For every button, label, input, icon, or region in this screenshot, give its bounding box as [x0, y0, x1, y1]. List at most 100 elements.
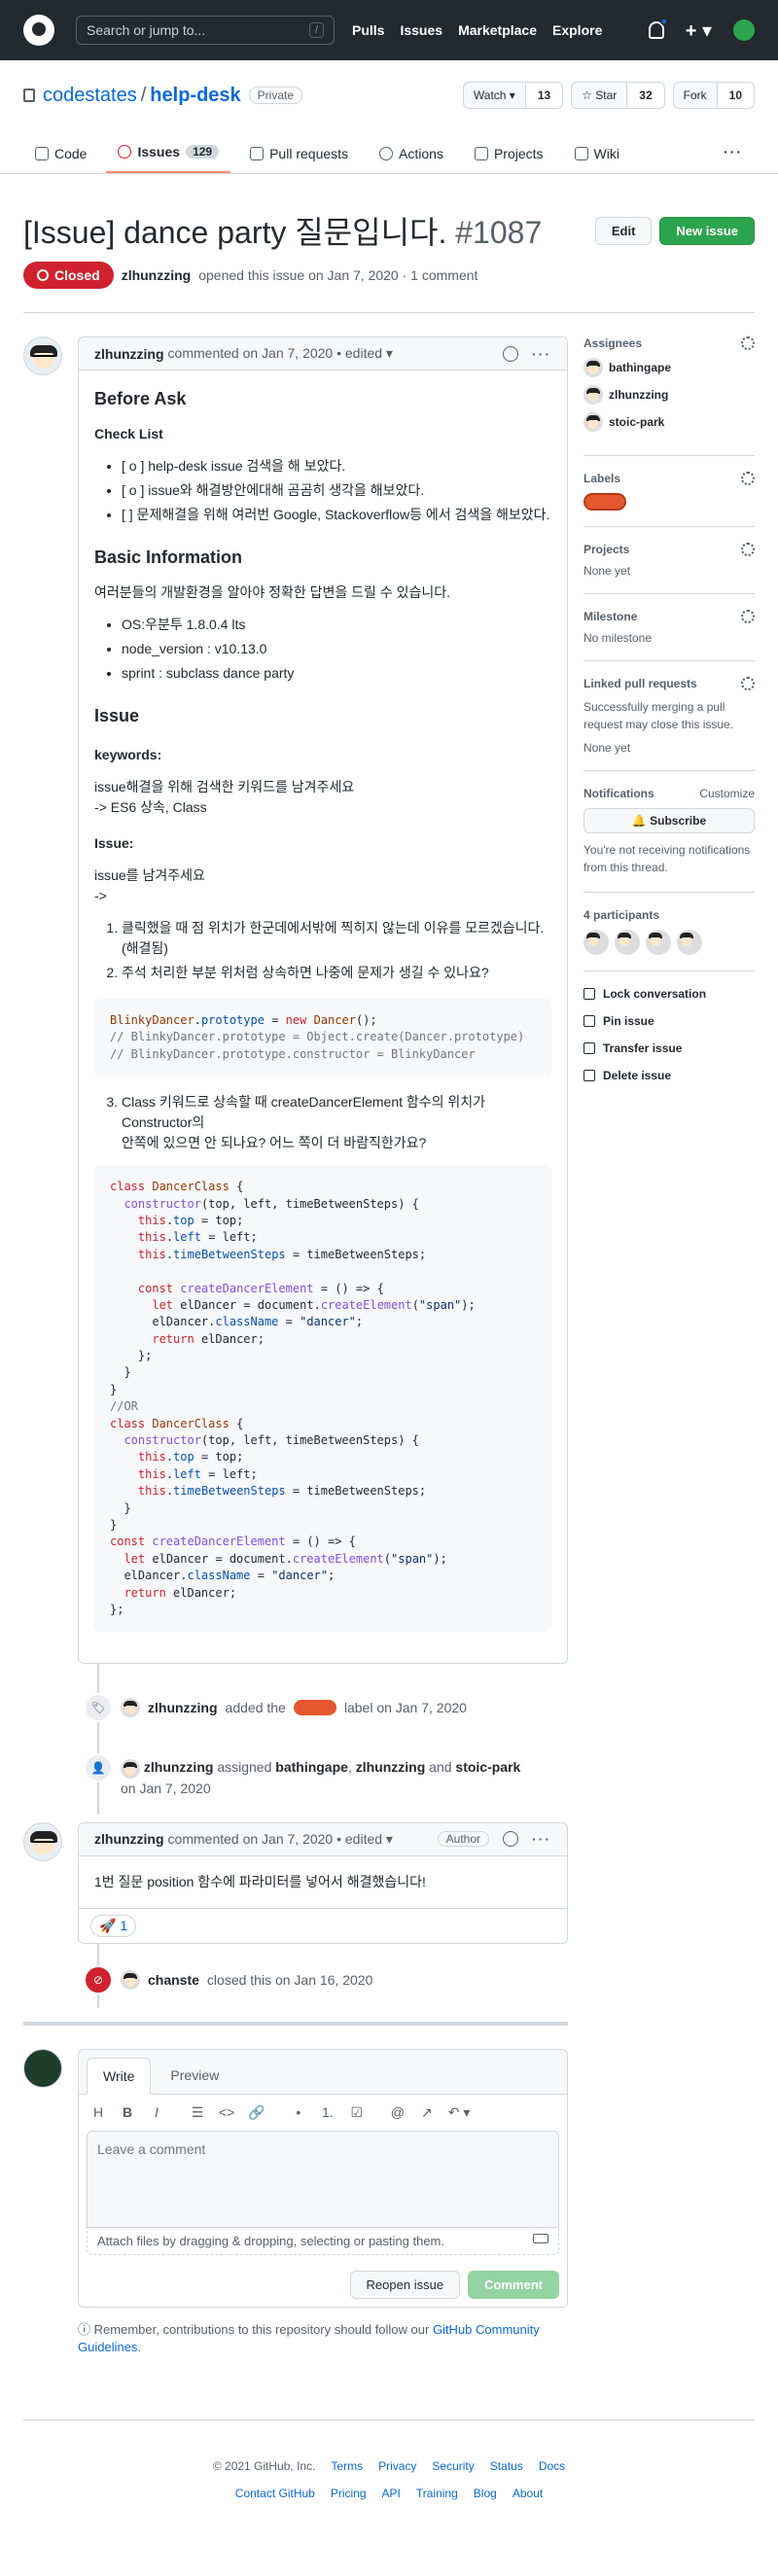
footer-link-privacy[interactable]: Privacy	[378, 2459, 416, 2473]
reopen-issue-button[interactable]: Reopen issue	[349, 2270, 461, 2299]
heading-icon[interactable]: H	[90, 2104, 106, 2120]
search-input[interactable]: Search or jump to... /	[76, 16, 335, 45]
comment-author-link[interactable]: zlhunzzing	[94, 1831, 164, 1847]
nav-pulls[interactable]: Pulls	[352, 22, 384, 38]
issue-label-chip[interactable]	[584, 493, 626, 511]
lock-conversation-button[interactable]: Lock conversation	[584, 987, 755, 1001]
pin-issue-button[interactable]: Pin issue	[584, 1014, 755, 1028]
assignee-link[interactable]: zlhunzzing	[356, 1759, 426, 1775]
comment-meta[interactable]: commented on Jan 7, 2020 • edited ▾	[168, 345, 393, 362]
assignee-item[interactable]: zlhunzzing	[584, 385, 755, 405]
quote-icon[interactable]: ☰	[190, 2104, 205, 2121]
assignee-link[interactable]: bathingape	[275, 1759, 348, 1775]
gear-icon[interactable]	[741, 472, 755, 485]
github-logo-icon[interactable]	[23, 15, 54, 46]
issue-label-chip[interactable]	[293, 1700, 336, 1716]
add-reaction-icon[interactable]	[503, 345, 518, 362]
assignee-item[interactable]: stoic-park	[584, 412, 755, 432]
fork-button[interactable]: Fork 10	[672, 82, 755, 109]
actor-avatar[interactable]	[121, 1969, 140, 1990]
gear-icon[interactable]	[741, 336, 755, 350]
tab-preview[interactable]: Preview	[155, 2058, 234, 2094]
footer-link-docs[interactable]: Docs	[539, 2459, 565, 2473]
event-actor[interactable]: chanste	[148, 1972, 199, 1988]
repo-name-link[interactable]: help-desk	[150, 85, 240, 107]
saved-replies-icon[interactable]: ↶ ▾	[448, 2104, 471, 2121]
task-list-icon[interactable]: ☑	[349, 2104, 365, 2121]
tab-code[interactable]: Code	[23, 146, 98, 173]
actor-avatar[interactable]	[121, 1758, 140, 1779]
italic-icon[interactable]: I	[149, 2104, 164, 2120]
tab-projects[interactable]: Projects	[463, 146, 555, 173]
gear-icon[interactable]	[741, 677, 755, 690]
participant-avatar[interactable]	[615, 930, 640, 955]
fork-count[interactable]: 10	[716, 83, 754, 108]
footer-link-status[interactable]: Status	[490, 2459, 523, 2473]
assignee-link[interactable]: stoic-park	[455, 1759, 520, 1775]
footer-link-api[interactable]: API	[382, 2487, 401, 2500]
tab-pull-requests[interactable]: Pull requests	[238, 146, 360, 173]
issue-author-link[interactable]: zlhunzzing	[122, 267, 192, 283]
participant-avatar[interactable]	[677, 930, 702, 955]
rocket-reaction[interactable]: 🚀 1	[90, 1914, 137, 1937]
attach-files-area[interactable]: Attach files by dragging & dropping, sel…	[87, 2227, 559, 2255]
comment-author-link[interactable]: zlhunzzing	[94, 346, 164, 362]
mention-icon[interactable]: @	[390, 2104, 406, 2120]
notification-bell-icon[interactable]	[648, 18, 668, 39]
create-new-menu[interactable]: + ▾	[686, 18, 712, 43]
participant-avatar[interactable]	[646, 930, 671, 955]
actor-avatar[interactable]	[121, 1698, 140, 1718]
tab-actions[interactable]: Actions	[368, 146, 455, 173]
ordered-list-icon[interactable]: 1.	[320, 2104, 336, 2120]
watch-button[interactable]: Watch ▾ 13	[462, 82, 564, 109]
footer-link-blog[interactable]: Blog	[474, 2487, 497, 2500]
linked-desc: Successfully merging a pull request may …	[584, 700, 734, 731]
event-actor[interactable]: zlhunzzing	[148, 1700, 218, 1715]
commenter-avatar[interactable]	[23, 336, 62, 375]
add-reaction-icon[interactable]	[503, 1831, 518, 1848]
customize-link[interactable]: Customize	[699, 787, 755, 800]
tab-issues[interactable]: Issues 129	[106, 144, 231, 173]
footer-link-terms[interactable]: Terms	[331, 2459, 363, 2473]
gear-icon[interactable]	[741, 543, 755, 556]
repo-owner-link[interactable]: codestates	[43, 85, 137, 107]
comment-meta[interactable]: commented on Jan 7, 2020 • edited ▾	[168, 1831, 393, 1848]
star-count[interactable]: 32	[626, 83, 664, 108]
unordered-list-icon[interactable]: •	[291, 2104, 306, 2120]
comment-button[interactable]: Comment	[468, 2270, 559, 2299]
commenter-avatar[interactable]	[23, 1821, 62, 1861]
comment-textarea[interactable]: Leave a comment	[87, 2130, 559, 2228]
delete-issue-button[interactable]: Delete issue	[584, 1069, 755, 1082]
bold-icon[interactable]: B	[120, 2104, 135, 2120]
footer-link-contact[interactable]: Contact GitHub	[235, 2487, 315, 2500]
new-issue-button[interactable]: New issue	[659, 217, 755, 245]
my-avatar[interactable]	[23, 2048, 62, 2088]
more-tabs-menu[interactable]: ···	[712, 144, 755, 173]
user-avatar-menu[interactable]	[733, 19, 755, 41]
tab-write[interactable]: Write	[87, 2057, 152, 2095]
footer-link-pricing[interactable]: Pricing	[331, 2487, 367, 2500]
gear-icon[interactable]	[741, 610, 755, 623]
subscribe-button[interactable]: 🔔 Subscribe	[584, 808, 755, 833]
code-icon[interactable]: <>	[219, 2104, 234, 2120]
assignee-item[interactable]: bathingape	[584, 358, 755, 377]
nav-explore[interactable]: Explore	[552, 22, 602, 38]
star-button[interactable]: ☆ Star 32	[571, 82, 665, 109]
participant-avatar[interactable]	[584, 930, 609, 955]
reference-icon[interactable]: ↗	[419, 2104, 435, 2121]
comment-options-icon[interactable]: ···	[532, 346, 551, 362]
edit-title-button[interactable]: Edit	[594, 217, 653, 245]
footer-link-training[interactable]: Training	[416, 2487, 458, 2500]
event-actor[interactable]: zlhunzzing	[144, 1759, 214, 1775]
markdown-icon[interactable]	[533, 2233, 548, 2243]
transfer-issue-button[interactable]: Transfer issue	[584, 1041, 755, 1055]
footer-link-security[interactable]: Security	[432, 2459, 474, 2473]
nav-issues[interactable]: Issues	[400, 22, 442, 38]
link-icon[interactable]: 🔗	[248, 2104, 265, 2121]
comment-options-icon[interactable]: ···	[532, 1831, 551, 1847]
keywords-line-2: -> ES6 상속, Class	[94, 799, 207, 815]
nav-marketplace[interactable]: Marketplace	[458, 22, 537, 38]
watch-count[interactable]: 13	[524, 83, 563, 108]
tab-wiki[interactable]: Wiki	[563, 146, 631, 173]
footer-link-about[interactable]: About	[513, 2487, 543, 2500]
